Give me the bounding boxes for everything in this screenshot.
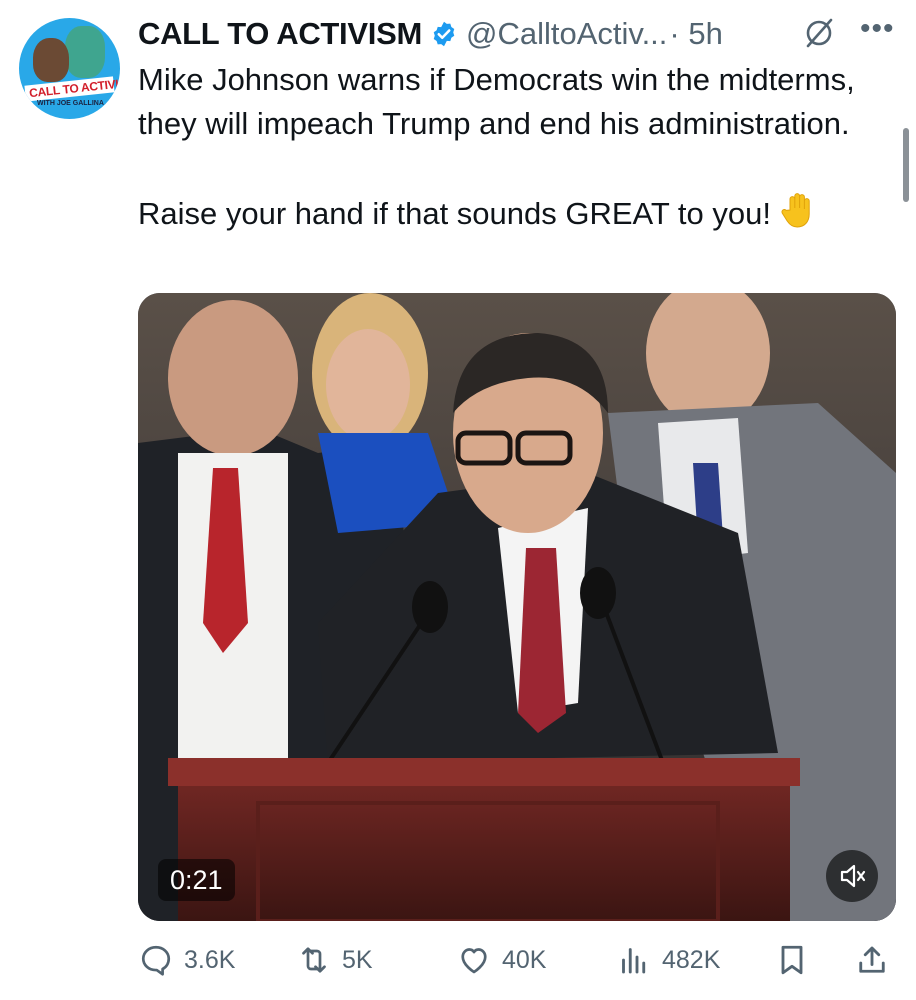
video-duration: 0:21 [158, 859, 235, 901]
tweet-line-1: Mike Johnson warns if Democrats win the … [138, 62, 855, 141]
avatar-face-shape [33, 38, 69, 82]
tweet-line-2: Raise your hand if that sounds GREAT to … [138, 190, 898, 242]
views-count: 482K [662, 945, 721, 974]
reply-count: 3.6K [184, 945, 236, 974]
action-bar: 3.6K 5K 40K 482K [138, 938, 898, 982]
views-icon [622, 948, 646, 974]
tweet-text: Mike Johnson warns if Democrats win the … [138, 58, 898, 242]
repost-icon [302, 947, 326, 973]
repost-button[interactable]: 5K [296, 938, 373, 982]
avatar-statue-shape [65, 26, 105, 78]
share-icon [859, 946, 885, 973]
share-button[interactable] [854, 938, 890, 982]
reply-icon [141, 945, 171, 976]
handle[interactable]: @CalltoActiv... [466, 16, 667, 52]
like-icon [461, 948, 487, 974]
like-count: 40K [502, 945, 547, 974]
scrollbar[interactable] [903, 128, 909, 202]
raised-hand-icon [779, 190, 819, 242]
avatar-sub-text: WITH JOE GALLINA [37, 100, 104, 107]
like-button[interactable]: 40K [456, 938, 546, 982]
more-icon[interactable]: ••• [860, 12, 895, 46]
speaker-muted-icon[interactable] [826, 850, 878, 902]
views-button[interactable]: 482K [616, 938, 720, 982]
reply-button[interactable]: 3.6K [138, 938, 235, 982]
video-frame [138, 293, 896, 921]
avatar-banner: CALL TO ACTIVISM [24, 75, 120, 102]
video-player[interactable]: 0:21 [138, 293, 896, 921]
tweet-header: CALL TO ACTIVISM @CalltoActiv... · 5h ••… [138, 12, 902, 56]
tweet-line-2-text: Raise your hand if that sounds GREAT to … [138, 196, 771, 231]
avatar[interactable]: CALL TO ACTIVISM WITH JOE GALLINA [19, 18, 120, 119]
grok-icon[interactable] [802, 16, 836, 50]
repost-count: 5K [342, 945, 373, 974]
display-name[interactable]: CALL TO ACTIVISM [138, 16, 422, 52]
timestamp[interactable]: · 5h [669, 16, 722, 52]
bookmark-button[interactable] [774, 938, 810, 982]
verified-badge-icon [433, 21, 455, 47]
bookmark-icon [781, 945, 803, 975]
